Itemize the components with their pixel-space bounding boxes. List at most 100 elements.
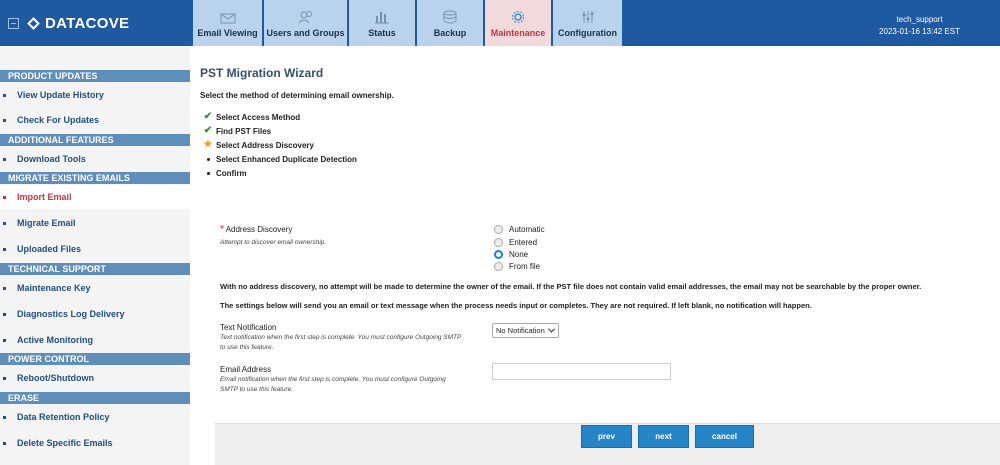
bullet-icon [3,312,6,316]
tab-label: Backup [433,28,467,38]
radio-button[interactable] [494,262,503,271]
envelope-icon [220,10,236,24]
step-label: Select Access Method [216,112,301,122]
sidebar-item-diagnostics-log-delivery[interactable]: Diagnostics Log Delivery [0,302,190,326]
email-address-label: Email Address [220,365,272,374]
tab-label: Status [368,28,396,38]
tab-label: Email Viewing [197,28,258,38]
username[interactable]: tech_support [879,14,960,26]
sidebar-item-label: Reboot/Shutdown [17,373,94,383]
sidebar-item-delete-specific-emails[interactable]: Delete Specific Emails [0,431,190,455]
datetime: 2023-01-16 13:42 EST [879,27,960,36]
address-discovery-note: With no address discovery, no attempt wi… [220,282,922,291]
logo-area: DATACOVE [0,0,190,46]
top-header: DATACOVE Email Viewing Users and Groups … [0,0,1000,46]
radio-automatic[interactable]: Automatic [494,225,545,234]
email-address-description-line2: SMTP to use this feature. [220,386,294,393]
step-label: Select Address Discovery [216,140,314,150]
section-product-updates: PRODUCT UPDATES [0,70,190,82]
sidebar-item-label: Uploaded Files [17,244,82,254]
sidebar-item-label: Import Email [17,192,72,202]
cancel-button[interactable]: cancel [695,425,754,448]
sidebar-item-reboot-shutdown[interactable]: Reboot/Shutdown [0,366,190,390]
sidebar-item-label: Data Retention Policy [17,412,110,422]
sidebar-item-download-tools[interactable]: Download Tools [0,147,190,171]
tab-maintenance[interactable]: Maintenance [485,0,551,46]
section-additional-features: ADDITIONAL FEATURES [0,134,190,146]
logo-diamond-icon [27,16,40,30]
wizard-step-pending: Confirm [202,166,357,180]
radio-button[interactable] [494,225,503,234]
sidebar-item-label: Delete Specific Emails [17,438,113,448]
wizard-steps: ✔ Select Access Method ✔ Find PST Files ★ S… [202,110,357,180]
sidebar-item-label: Check For Updates [17,115,100,125]
radio-button-selected[interactable] [494,250,503,259]
tab-configuration[interactable]: Configuration [553,0,622,46]
tab-label: Configuration [558,28,617,38]
radio-none[interactable]: None [494,250,528,259]
wizard-form: * Address Discovery Attempt to discover … [200,196,1000,465]
bullet-icon [3,376,6,380]
sidebar-item-check-for-updates[interactable]: Check For Updates [0,108,190,132]
bullet-icon [3,247,6,251]
prev-button[interactable]: prev [581,425,632,448]
chevron-down-icon [547,325,555,333]
sidebar-item-data-retention-policy[interactable]: Data Retention Policy [0,405,190,429]
sidebar-item-migrate-email[interactable]: Migrate Email [0,211,190,235]
bullet-icon [3,415,6,419]
tab-status[interactable]: Status [349,0,415,46]
text-notification-description-line2: to use this feature. [220,344,274,351]
bullet-icon [3,221,6,225]
radio-entered[interactable]: Entered [494,238,537,247]
section-power-control: POWER CONTROL [0,353,190,365]
email-address-input[interactable] [492,363,671,380]
step-label: Confirm [216,168,247,178]
bullet-icon [202,157,214,161]
user-info: tech_support 2023-01-16 13:42 EST [879,14,960,38]
sidebar: PRODUCT UPDATES View Update History Chec… [0,46,190,465]
wizard-step-done: ✔ Select Access Method [202,110,357,124]
tab-email-viewing[interactable]: Email Viewing [193,0,262,46]
radio-label: Automatic [509,225,545,234]
page-title: PST Migration Wizard [200,66,324,80]
bullet-icon [202,171,214,175]
wizard-step-done: ✔ Find PST Files [202,124,357,138]
text-notification-description-line1: Text notification when the first step is… [220,334,462,341]
section-technical-support: TECHNICAL SUPPORT [0,263,190,275]
sidebar-item-maintenance-key[interactable]: Maintenance Key [0,276,190,300]
checkmark-icon: ✔ [203,111,213,122]
step-label: Find PST Files [216,126,272,136]
email-address-description-line1: Email notification when the first step i… [220,376,446,383]
required-asterisk-icon: * [220,224,224,235]
address-discovery-label: Address Discovery [225,225,293,234]
bullet-icon [3,118,6,122]
sidebar-item-label: View Update History [17,90,104,100]
step-label: Select Enhanced Duplicate Detection [216,154,357,164]
users-icon [298,10,314,24]
gear-icon [510,10,526,24]
radio-button[interactable] [494,238,503,247]
sidebar-item-uploaded-files[interactable]: Uploaded Files [0,237,190,261]
sidebar-item-view-update-history[interactable]: View Update History [0,83,190,107]
tab-label: Users and Groups [266,28,345,38]
address-discovery-description: Attempt to discover email ownership. [220,239,327,246]
select-value: No Notification [496,326,545,335]
tab-label: Maintenance [490,28,546,38]
sidebar-item-label: Diagnostics Log Delivery [17,309,125,319]
bullet-icon [3,157,6,161]
radio-label: Entered [509,238,538,247]
text-notification-label: Text Notification [220,323,277,332]
sidebar-item-active-monitoring[interactable]: Active Monitoring [0,328,190,352]
sidebar-item-import-email[interactable]: Import Email [0,185,190,209]
tab-backup[interactable]: Backup [417,0,483,46]
sidebar-item-label: Migrate Email [17,218,76,228]
bar-chart-icon [374,10,390,24]
bullet-icon [3,441,6,445]
tab-users-and-groups[interactable]: Users and Groups [264,0,347,46]
bullet-icon [3,286,6,290]
text-notification-select[interactable]: No Notification [492,323,559,338]
main-content: PST Migration Wizard Select the method o… [200,46,1000,465]
collapse-menu-icon[interactable] [8,17,19,29]
next-button[interactable]: next [638,425,689,448]
radio-from-file[interactable]: From file [494,262,540,271]
